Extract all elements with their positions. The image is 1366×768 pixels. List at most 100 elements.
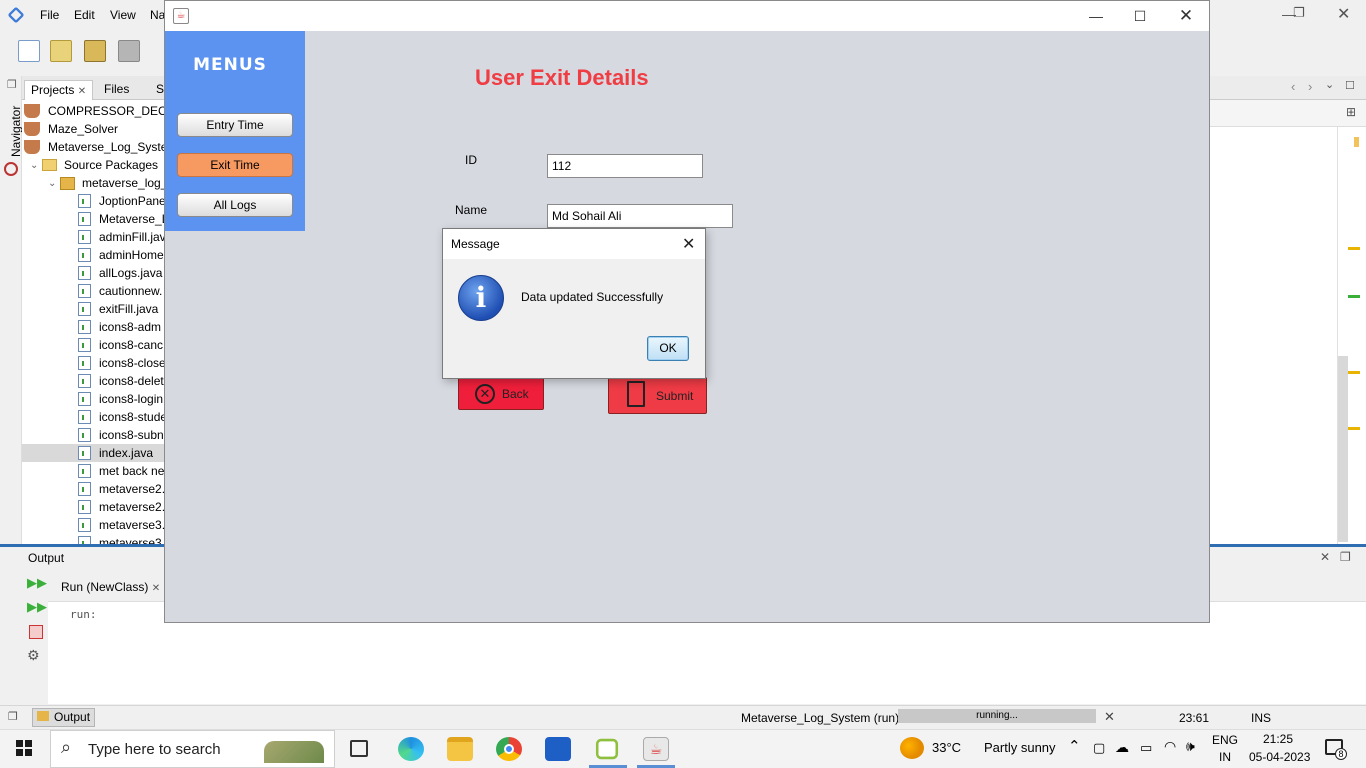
edge-icon[interactable] [398,737,424,761]
file-explorer-icon[interactable] [447,737,473,761]
battery-icon[interactable]: ▭ [1140,740,1152,756]
task-view-icon[interactable] [350,740,368,757]
meet-now-icon[interactable]: ▢ [1093,740,1105,756]
entry-time-button[interactable]: Entry Time [177,113,293,137]
menu-file[interactable]: File [40,8,59,22]
show-hidden-icons-icon[interactable]: ⌃ [1068,737,1081,755]
warning-marker[interactable] [1348,371,1360,374]
wifi-icon[interactable]: ◠ [1164,738,1176,755]
expand-chevron-icon[interactable]: ⌄ [48,178,56,189]
tree-item[interactable]: ⌄ metaverse_log_ [22,174,167,192]
restore-window-icon[interactable]: ❐ [7,78,17,91]
expand-chevron-icon[interactable]: ⌄ [30,160,38,171]
tree-item[interactable]: Maze_Solver [22,120,167,138]
tree-item[interactable]: icons8-adm [22,318,167,336]
tree-item[interactable]: icons8-login [22,390,167,408]
tree-item[interactable]: adminHome [22,246,167,264]
tree-item[interactable]: ⌄ Source Packages [22,156,167,174]
tree-item[interactable]: adminFill.jav [22,228,167,246]
warning-marker[interactable] [1354,137,1359,147]
tab-list-dropdown-icon[interactable]: ⌄ [1325,78,1334,91]
weather-icon[interactable] [900,737,924,759]
ide-close-icon[interactable]: ✕ [1337,4,1350,24]
minimize-icon[interactable]: — [1073,5,1119,27]
close-tab-icon[interactable]: ✕ [78,86,86,97]
scroll-tabs-right-icon[interactable]: › [1308,79,1312,94]
warning-marker[interactable] [1348,427,1360,430]
tree-item[interactable]: cautionnew. [22,282,167,300]
onedrive-icon[interactable]: ☁ [1115,739,1129,756]
tree-item[interactable]: met back ne [22,462,167,480]
rerun-icon[interactable]: ▶▶ [27,575,47,591]
tree-item[interactable]: metaverse2. [22,480,167,498]
close-run-tab-icon[interactable]: ✕ [152,583,160,594]
clock-date[interactable]: 05-04-2023 [1249,750,1310,764]
navigator-tab[interactable]: Navigator [9,97,23,157]
stop-icon[interactable] [29,625,43,639]
weather-desc[interactable]: Partly sunny [984,740,1056,755]
tab-projects[interactable]: Projects ✕ [24,80,94,100]
tree-item[interactable]: COMPRESSOR_DECOM [22,102,167,120]
navigator-stop-icon[interactable] [4,162,18,176]
tree-item[interactable]: metaverse3. [22,516,167,534]
ide-restore-icon[interactable]: ❐ [1293,5,1305,21]
tab-files[interactable]: Files [98,80,135,100]
netbeans-taskbar-icon[interactable] [595,738,619,760]
tree-item[interactable]: allLogs.java [22,264,167,282]
tree-item[interactable]: JoptionPane [22,192,167,210]
taskbar-search[interactable]: ⌕ Type here to search [50,730,335,768]
language-top[interactable]: ENG [1212,733,1238,747]
open-project-icon[interactable] [84,40,106,62]
volume-icon[interactable]: 🕪 [1186,738,1195,755]
ok-button[interactable]: OK [647,336,689,361]
dialog-titlebar[interactable]: Message ✕ [443,229,705,259]
weather-temp[interactable]: 33°C [932,740,961,755]
all-logs-button[interactable]: All Logs [177,193,293,217]
chrome-icon[interactable] [496,737,522,761]
ok-marker[interactable] [1348,295,1360,298]
tree-item[interactable]: icons8-stude [22,408,167,426]
java-app-taskbar-icon[interactable]: ☕ [643,737,669,761]
cancel-process-icon[interactable]: ✕ [1104,709,1115,725]
restore-output-icon[interactable]: ❐ [1340,550,1351,564]
tree-item[interactable]: Metaverse_L [22,210,167,228]
menu-edit[interactable]: Edit [74,8,95,22]
id-field[interactable]: 112 [547,154,703,178]
tree-item[interactable]: icons8-canc [22,336,167,354]
warning-marker[interactable] [1348,247,1360,250]
windows-start-icon[interactable] [16,740,32,756]
new-project-icon[interactable] [50,40,72,62]
output-status-tab[interactable]: Output [32,708,96,727]
maximize-editor-icon[interactable]: ☐ [1345,79,1355,92]
save-all-icon[interactable] [118,40,140,62]
close-output-icon[interactable]: ✕ [1320,550,1330,564]
tree-item[interactable]: icons8-close [22,354,167,372]
app-titlebar[interactable]: ☕ — ☐ ✕ [165,1,1209,31]
tree-item[interactable]: metaverse2. [22,498,167,516]
new-file-icon[interactable] [18,40,40,62]
rerun-with-params-icon[interactable]: ▶▶ [27,599,47,615]
dialog-close-icon[interactable]: ✕ [682,234,695,254]
tree-item[interactable]: icons8-subn [22,426,167,444]
submit-button[interactable]: Submit [608,377,707,414]
tree-item[interactable]: icons8-delet [22,372,167,390]
menu-view[interactable]: View [110,8,136,22]
maximize-icon[interactable]: ☐ [1117,5,1163,27]
language-bottom[interactable]: IN [1219,750,1231,764]
editor-scrollbar[interactable] [1338,356,1348,542]
clock-time[interactable]: 21:25 [1263,732,1293,746]
settings-icon[interactable]: ⚙ [27,647,40,664]
tree-item[interactable]: exitFill.java [22,300,167,318]
tree-item[interactable]: index.java [22,444,167,462]
scroll-tabs-left-icon[interactable]: ‹ [1291,79,1295,94]
name-field[interactable]: Md Sohail Ali [547,204,733,228]
tree-item[interactable]: Metaverse_Log_Systen [22,138,167,156]
exit-time-button[interactable]: Exit Time [177,153,293,177]
run-tab[interactable]: Run (NewClass) ✕ [61,580,160,594]
store-icon[interactable] [545,737,571,761]
close-icon[interactable]: ✕ [1163,5,1209,27]
progress-bar[interactable]: running... [898,709,1096,723]
back-button[interactable]: ✕ Back [458,377,544,410]
split-editor-icon[interactable]: ⊞ [1346,105,1356,119]
restore-window-icon[interactable]: ❐ [8,710,18,723]
